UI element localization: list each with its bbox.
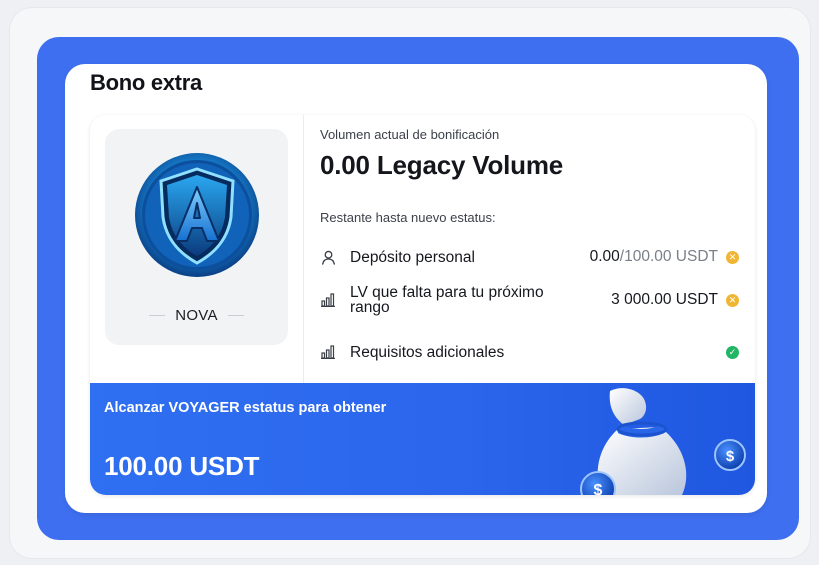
check-icon: ✓: [726, 345, 739, 359]
panel-title: Bono extra: [90, 70, 202, 95]
requirement-current: 0.00: [589, 248, 620, 265]
requirement-additional: Requisitos adicionales ✓: [320, 344, 739, 360]
volume-value: 0.00 Legacy Volume: [320, 150, 564, 180]
requirement-value: 3 000.00 USDT ✕: [611, 291, 739, 309]
requirement-label: Requisitos adicionales: [350, 343, 505, 361]
requirement-value: 0.00 / 100.00 USDT ✕: [590, 248, 739, 266]
requirement-value: ✓: [718, 345, 739, 359]
promo-banner: Alcanzar VOYAGER estatus para obtener 10…: [90, 383, 755, 495]
bar-chart-icon: [320, 344, 336, 360]
rank-column: NOVA: [90, 115, 304, 383]
svg-text:$: $: [594, 482, 603, 495]
remaining-label: Restante hasta nuevo estatus:: [320, 210, 496, 225]
requirement-lv-next-rank: LV que falta para tu próximo rango 3 000…: [320, 285, 739, 315]
promo-amount: 100.00 USDT: [104, 451, 260, 481]
rank-label: NOVA: [105, 307, 288, 324]
bar-chart-icon: [320, 292, 336, 308]
bonus-panel: Bono extra NOVA Volumen actual de bonifi…: [65, 64, 767, 513]
requirement-current: 3 000.00 USDT: [611, 291, 718, 308]
pending-status-icon: ✕: [726, 250, 739, 264]
money-bag-icon: $ $: [580, 388, 746, 495]
pending-status-icon: ✕: [726, 293, 739, 307]
shield-a-icon: [135, 153, 259, 277]
requirement-target: 100.00 USDT: [624, 248, 718, 265]
bonus-card: NOVA Volumen actual de bonificación 0.00…: [90, 115, 755, 495]
rank-badge: NOVA: [105, 129, 288, 345]
status-column: Volumen actual de bonificación 0.00 Lega…: [303, 115, 755, 383]
requirement-label: Depósito personal: [350, 248, 475, 266]
requirement-label: LV que falta para tu próximo rango: [350, 284, 544, 316]
promo-text: Alcanzar VOYAGER estatus para obtener: [104, 400, 387, 416]
user-icon: [320, 249, 336, 265]
rank-name: NOVA: [175, 307, 218, 324]
volume-label: Volumen actual de bonificación: [320, 127, 500, 142]
requirement-personal-deposit: Depósito personal 0.00 / 100.00 USDT ✕: [320, 248, 739, 266]
svg-text:$: $: [726, 448, 735, 465]
